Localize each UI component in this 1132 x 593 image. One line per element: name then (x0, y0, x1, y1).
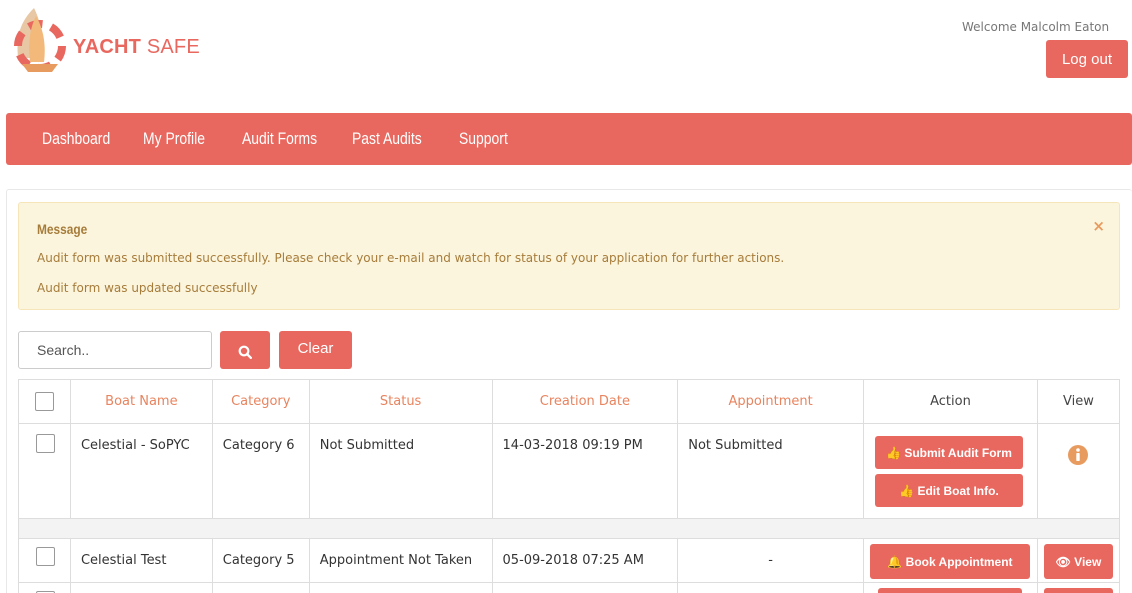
welcome-text: Welcome Malcolm Eaton (962, 20, 1110, 34)
table-row: Celestial Test Category 5 Appointment No… (18, 538, 1121, 583)
action-cell: 👍 Submit Audit Form 👍 Edit Boat Info. (862, 423, 1038, 519)
status-cell: Not Submitted (308, 423, 493, 519)
thumbs-up-icon: 👍 (899, 483, 915, 498)
row-select-cell (18, 423, 71, 519)
alert-title: Message (37, 221, 88, 237)
nav-support[interactable]: Support (459, 129, 508, 149)
col-header-boat-name[interactable]: Boat Name (69, 379, 213, 424)
search-input[interactable] (18, 331, 212, 369)
brand-name-bold: YACHT (73, 36, 142, 58)
logout-button[interactable]: Log out (1046, 40, 1128, 78)
table-row (18, 582, 1121, 593)
separator-cell (18, 518, 1120, 539)
table-row: Celestial - SoPYC Category 6 Not Submitt… (18, 423, 1121, 519)
view-cell (1036, 582, 1121, 593)
creation-date-cell: 05-09-2018 07:25 AM (491, 538, 679, 583)
col-header-status[interactable]: Status (308, 379, 493, 424)
row-select-cell (18, 582, 71, 593)
submit-audit-form-button[interactable]: 👍 Submit Audit Form (874, 436, 1023, 469)
category-cell (211, 582, 310, 593)
view-label: View (1074, 554, 1102, 569)
action-cell (862, 582, 1038, 593)
view-cell: 👁 View (1036, 538, 1121, 583)
boat-name-cell: Celestial Test (69, 538, 213, 583)
close-icon[interactable]: × (1092, 217, 1105, 235)
page-header: YACHT SAFE Welcome Malcolm Eaton Log out (0, 0, 1132, 110)
alert-message-submitted: Audit form was submitted successfully. P… (37, 251, 785, 265)
edit-boat-info-button[interactable]: 👍 Edit Boat Info. (874, 474, 1023, 507)
thumbs-up-icon: 👍 (886, 445, 901, 460)
col-header-category[interactable]: Category (211, 379, 310, 424)
search-button[interactable] (220, 331, 270, 369)
message-alert: Message Audit form was submitted success… (18, 202, 1120, 310)
select-all-checkbox[interactable] (34, 392, 54, 411)
search-icon (238, 345, 252, 359)
yachtsafe-logo[interactable]: YACHT SAFE (10, 6, 210, 78)
main-navbar: Dashboard My Profile Audit Forms Past Au… (6, 113, 1132, 165)
brand-name: YACHT SAFE (73, 36, 200, 59)
status-cell (308, 582, 493, 593)
book-appointment-label: Book Appointment (905, 554, 1013, 569)
info-icon[interactable] (1067, 444, 1089, 466)
col-header-creation-date[interactable]: Creation Date (491, 379, 679, 424)
nav-audit-forms[interactable]: Audit Forms (242, 129, 317, 149)
view-cell (1036, 423, 1121, 519)
appointment-cell: - (677, 538, 864, 583)
creation-date-cell: 14-03-2018 09:19 PM (491, 423, 679, 519)
boat-name-cell: Celestial - SoPYC (69, 423, 213, 519)
col-header-action: Action (862, 379, 1038, 424)
col-header-appointment[interactable]: Appointment (677, 379, 864, 424)
category-cell: Category 5 (211, 538, 310, 583)
submit-audit-form-label: Submit Audit Form (904, 445, 1012, 460)
action-button[interactable] (877, 588, 1022, 593)
creation-date-cell (491, 582, 679, 593)
row-checkbox[interactable] (36, 434, 55, 453)
action-cell: 🔔 Book Appointment (862, 538, 1038, 583)
category-cell: Category 6 (211, 423, 310, 519)
col-header-view: View (1036, 379, 1121, 424)
appointment-cell: Not Submitted (677, 423, 864, 519)
select-all-cell (18, 379, 71, 424)
eye-icon: 👁 (1055, 554, 1071, 569)
status-cell: Appointment Not Taken (308, 538, 493, 583)
nav-dashboard[interactable]: Dashboard (42, 129, 110, 149)
row-select-cell (18, 538, 71, 583)
alert-message-updated: Audit form was updated successfully (37, 281, 258, 295)
clear-button[interactable]: Clear (279, 331, 352, 369)
nav-my-profile[interactable]: My Profile (143, 129, 205, 149)
view-button[interactable]: 👁 View (1043, 544, 1113, 579)
boat-name-cell (69, 582, 213, 593)
bell-icon: 🔔 (887, 554, 903, 569)
book-appointment-button[interactable]: 🔔 Book Appointment (869, 544, 1030, 579)
row-separator (18, 518, 1120, 539)
appointment-cell (677, 582, 864, 593)
row-checkbox[interactable] (36, 547, 55, 566)
table-header-row: Boat Name Category Status Creation Date … (18, 379, 1121, 424)
brand-name-light: SAFE (146, 36, 200, 58)
audit-table: Boat Name Category Status Creation Date … (18, 379, 1121, 593)
nav-past-audits[interactable]: Past Audits (352, 129, 422, 149)
sailboat-lifebuoy-icon (14, 8, 66, 72)
edit-boat-info-label: Edit Boat Info. (917, 483, 999, 498)
view-button[interactable] (1043, 588, 1113, 593)
